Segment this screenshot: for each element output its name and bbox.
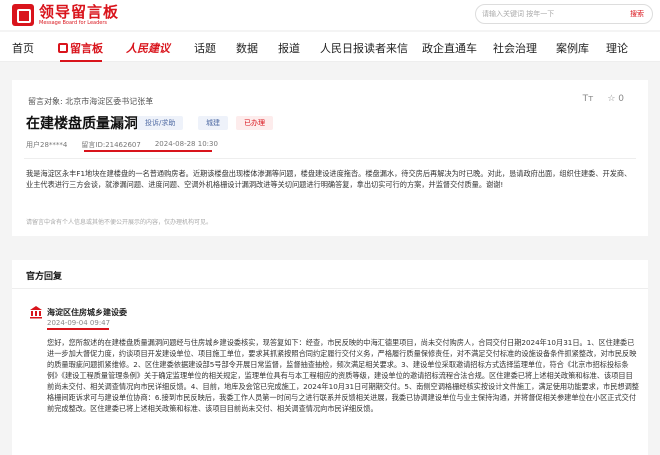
- government-building-icon: [30, 306, 42, 319]
- nav-item-message-board[interactable]: 留言板: [58, 40, 103, 56]
- nav-item-data[interactable]: 数据: [236, 40, 258, 56]
- message-id: 留言ID:21462607: [81, 141, 141, 149]
- search-button[interactable]: 搜索: [630, 9, 644, 19]
- official-reply: 官方回复 海淀区住房城乡建设委 2024-09-04 09:47 您好，您所叙述…: [12, 260, 648, 455]
- reply-organization: 海淀区住房城乡建设委: [47, 308, 127, 317]
- logo-title: 领导留言板: [39, 3, 120, 21]
- message-target: 留言对象: 北京市海淀区委书记张革: [28, 97, 154, 106]
- nav-item-social-governance[interactable]: 社会治理: [493, 40, 537, 56]
- nav-item-suggestions[interactable]: 人民建议: [126, 40, 170, 56]
- like-button[interactable]: ☆ 0: [607, 94, 624, 104]
- tag-type[interactable]: 投诉/求助: [137, 116, 184, 130]
- search-box: 搜索: [475, 4, 653, 24]
- tag-field[interactable]: 城建: [198, 116, 228, 130]
- reply-date: 2024-09-04 09:47: [47, 319, 111, 327]
- nav-item-case-library[interactable]: 案例库: [556, 40, 589, 56]
- message-content: 我是海淀区永丰F1地块在建楼盘的一名普通购房者。近期该楼盘出现楼体渗漏等问题，楼…: [26, 169, 632, 189]
- message-tools: Tт ☆ 0: [583, 94, 624, 104]
- reply-heading: 官方回复: [26, 272, 63, 282]
- nav-item-topics[interactable]: 话题: [194, 40, 216, 56]
- message-board-icon: [58, 43, 68, 53]
- top-bar: 领导留言板 Message Board for Leaders 搜索: [0, 0, 660, 30]
- search-input[interactable]: [482, 6, 612, 22]
- reply-content: 您好，您所叙述的在建楼盘质量漏洞问题经与住房城乡建设委核实，现答复如下：经查，市…: [47, 338, 639, 413]
- logo-icon: [12, 4, 34, 26]
- nav-item-readers-letters[interactable]: 人民日报读者来信: [320, 40, 408, 56]
- main-nav: 首页 留言板 人民建议 话题 数据 报道 人民日报读者来信 政企直通车 社会治理…: [0, 32, 660, 62]
- message-card: 留言对象: 北京市海淀区委书记张革 Tт ☆ 0 在建楼盘质量漏洞 投诉/求助 …: [12, 80, 648, 236]
- date-highlight-line: [150, 150, 212, 152]
- site-logo[interactable]: 领导留言板 Message Board for Leaders: [12, 4, 119, 26]
- font-size-icon[interactable]: Tт: [583, 94, 594, 104]
- message-datetime: 2024-08-28 10:30: [154, 140, 218, 148]
- nav-item-enterprise-express[interactable]: 政企直通车: [422, 40, 477, 56]
- message-title: 在建楼盘质量漏洞: [26, 116, 138, 132]
- nav-active-indicator: [60, 60, 102, 62]
- divider: [24, 158, 636, 159]
- logo-subtitle: Message Board for Leaders: [39, 20, 108, 26]
- divider: [12, 288, 648, 289]
- message-user: 用户28****4: [26, 141, 68, 149]
- reply-date-highlight-line: [47, 328, 109, 330]
- nav-item-home[interactable]: 首页: [12, 40, 34, 56]
- id-highlight-line: [84, 150, 154, 152]
- privacy-note: 请留言中含有个人信息或其他不便公开展示的内容，仅办理机构可见。: [26, 219, 213, 226]
- message-meta: 用户28****4 留言ID:21462607 2024-08-28 10:30: [26, 140, 218, 150]
- nav-item-reports[interactable]: 报道: [278, 40, 300, 56]
- nav-item-theory[interactable]: 理论: [606, 40, 628, 56]
- status-badge: 已办理: [236, 116, 273, 130]
